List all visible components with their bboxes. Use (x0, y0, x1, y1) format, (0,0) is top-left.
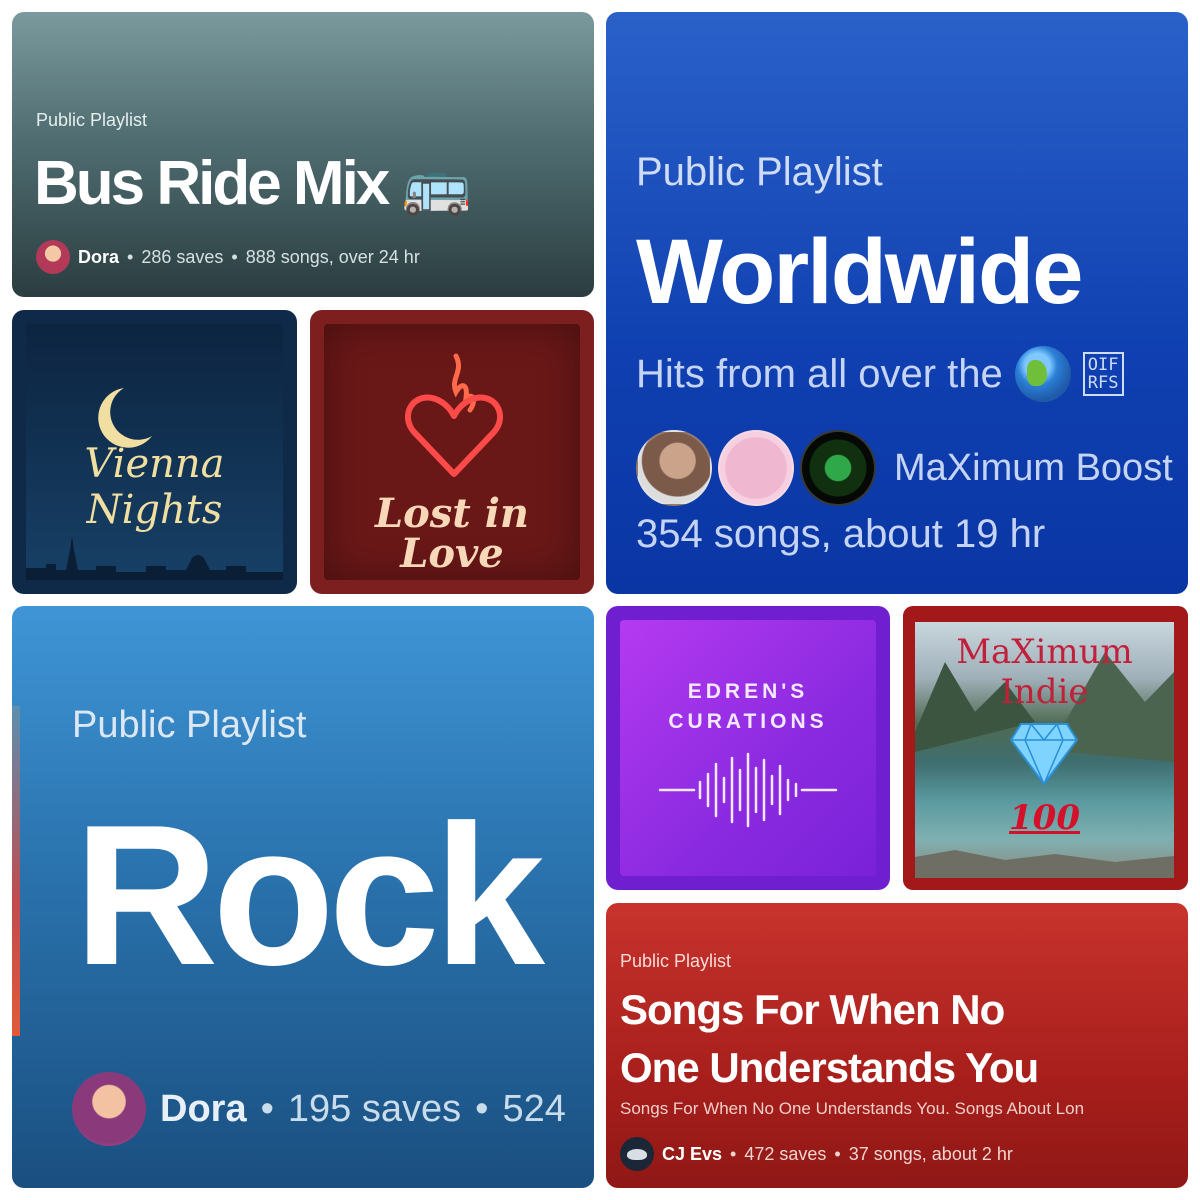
playlist-cover-edrens-curations[interactable]: EDREN'S CURATIONS (606, 606, 890, 890)
owner-name[interactable]: Dora (78, 247, 119, 268)
cover-title-line-1: MaXimum (956, 632, 1133, 672)
playlist-type-label: Public Playlist (636, 150, 883, 194)
playlist-card-bus-ride-mix[interactable]: Public Playlist Bus Ride Mix 🚌 Dora • 28… (12, 12, 594, 297)
playlist-type-label: Public Playlist (72, 704, 307, 746)
adjacent-image-edge (12, 706, 20, 1036)
bus-emoji-icon: 🚌 (401, 153, 472, 216)
owner-avatar[interactable] (718, 430, 794, 506)
cover-title-line-2: Love (400, 530, 504, 577)
playlist-description: Songs For When No One Understands You. S… (620, 1099, 1085, 1118)
separator: • (231, 246, 238, 267)
playlist-meta: CJ Evs • 472 saves • 37 songs, about 2 h… (620, 1137, 1013, 1171)
saves-count: 286 saves (141, 246, 224, 267)
owner-avatar[interactable] (72, 1072, 146, 1146)
cover-art: Lost in Love (324, 324, 580, 580)
gem-icon (1009, 723, 1079, 786)
cover-art: EDREN'S CURATIONS (620, 620, 876, 876)
cover-title-line-2: CURATIONS (668, 710, 828, 733)
saves-count: 195 saves (287, 1087, 462, 1130)
playlist-description: Hits from all over the OIF RFS (636, 346, 1124, 402)
cover-title-line-1: Lost in (374, 490, 529, 537)
saves-count: 472 saves (744, 1143, 827, 1164)
owner-avatar[interactable] (620, 1137, 654, 1171)
playlist-title: Bus Ride Mix 🚌 (34, 148, 471, 219)
cover-title-line-2: Indie (1000, 672, 1089, 712)
songs-duration: 37 songs, about 2 hr (848, 1143, 1013, 1164)
playlist-title: Rock (74, 784, 545, 1007)
owner-name[interactable]: MaXimum Boost (894, 447, 1173, 490)
separator: • (260, 1087, 274, 1130)
playlist-cover-lost-in-love[interactable]: Lost in Love (310, 310, 594, 594)
playlist-card-rock[interactable]: Public Playlist Rock Dora • 195 saves • … (12, 606, 594, 1188)
songs-duration: 354 songs, about 19 hr (636, 512, 1046, 556)
playlist-owners: MaXimum Boost (636, 430, 1173, 506)
cover-title-line-1: Vienna (84, 441, 225, 487)
songs-count: 524 (502, 1087, 566, 1130)
description-text: Hits from all over the (636, 351, 1003, 396)
playlist-type-label: Public Playlist (36, 110, 148, 130)
flaming-heart-icon (405, 353, 503, 477)
playlist-title-text: Bus Ride Mix (34, 149, 390, 218)
globe-icon (1014, 346, 1071, 402)
owner-avatar[interactable] (36, 240, 70, 274)
playlist-meta: Dora • 286 saves • 888 songs, over 24 hr (36, 240, 420, 274)
sound-wave-icon (658, 752, 838, 828)
cover-art: Vienna Nights (26, 324, 283, 580)
playlist-cover-vienna-nights[interactable]: Vienna Nights (12, 310, 297, 594)
playlist-title: Songs For When No One Understands You (620, 981, 1039, 1097)
owner-name[interactable]: CJ Evs (662, 1144, 722, 1165)
playlist-type-label: Public Playlist (620, 951, 732, 971)
owner-name[interactable]: Dora (160, 1088, 247, 1131)
qr-code-icon: OIF RFS (1082, 352, 1124, 396)
playlist-card-worldwide[interactable]: Public Playlist Worldwide Hits from all … (606, 12, 1188, 594)
cover-title-line-1: EDREN'S (687, 680, 809, 703)
separator: • (834, 1143, 841, 1164)
separator: • (127, 246, 134, 267)
playlist-meta: Dora • 195 saves • 524 (72, 1072, 566, 1146)
owner-avatar[interactable] (800, 430, 876, 506)
playlist-title: Worldwide (636, 221, 1083, 323)
separator: • (730, 1143, 737, 1164)
cover-art: MaXimum Indie 100 (915, 622, 1174, 878)
songs-duration: 888 songs, over 24 hr (245, 246, 420, 267)
cover-title-line-2: Nights (86, 487, 223, 533)
playlist-title-line-1: Songs For When No (620, 986, 1005, 1033)
playlist-title-line-2: One Understands You (620, 1044, 1039, 1091)
cover-title: Lost in Love (324, 494, 580, 574)
city-skyline-icon (26, 536, 283, 580)
playlist-cover-maximum-indie[interactable]: MaXimum Indie 100 (903, 606, 1188, 890)
owner-avatar[interactable] (636, 430, 712, 506)
separator: • (475, 1087, 489, 1130)
playlist-card-songs-for-when-no-one-understands-you[interactable]: Public Playlist Songs For When No One Un… (606, 903, 1188, 1188)
hundred-points-icon: 100 (1009, 798, 1080, 838)
